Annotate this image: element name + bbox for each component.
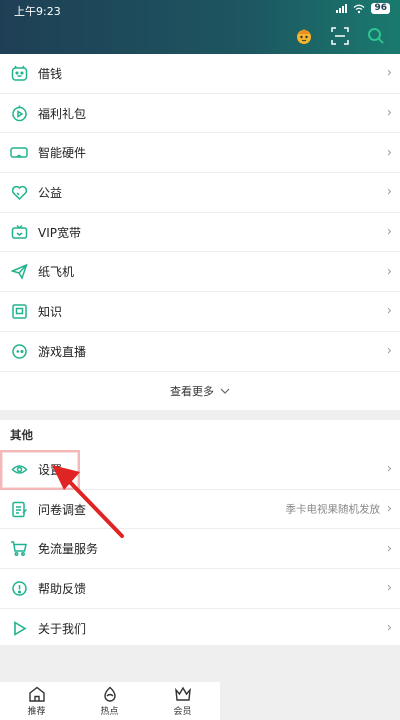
section-title: 其他	[10, 428, 33, 442]
menu-item-label: 智能硬件	[38, 146, 87, 161]
menu-item-charity[interactable]: 公益 ›	[0, 173, 400, 213]
chevron-down-icon	[220, 384, 230, 397]
see-more-button[interactable]: 查看更多	[0, 372, 400, 410]
chevron-right-icon: ›	[386, 105, 392, 121]
heart-icon	[10, 183, 28, 201]
app-header: 上午9:23 96	[0, 0, 400, 54]
menu-item-free-data[interactable]: 免流量服务 ›	[0, 529, 400, 570]
book-icon	[10, 302, 28, 320]
vr-glasses-icon	[10, 144, 28, 162]
menu-item-label: 问卷调查	[38, 502, 87, 517]
home-icon	[28, 686, 45, 702]
cart-icon	[10, 540, 28, 558]
menu-item-hardware[interactable]: 智能硬件 ›	[0, 133, 400, 174]
gamepad-icon	[10, 342, 28, 360]
scan-icon[interactable]	[328, 24, 352, 48]
crown-icon	[174, 686, 191, 701]
tab-label: 热点	[100, 706, 119, 717]
menu-item-about[interactable]: 关于我们 ›	[0, 609, 400, 649]
menu-item-knowledge[interactable]: 知识 ›	[0, 292, 400, 332]
menu-item-label: 设置	[38, 462, 63, 477]
menu-item-gift[interactable]: 福利礼包 ›	[0, 94, 400, 134]
status-bar: 上午9:23 96	[0, 0, 400, 18]
chevron-right-icon: ›	[386, 580, 392, 596]
tab-hot[interactable]: 热点	[73, 682, 146, 720]
bottom-spacer	[0, 645, 400, 682]
search-icon[interactable]	[364, 24, 388, 48]
chevron-right-icon: ›	[386, 184, 392, 200]
menu-item-vip-broadband[interactable]: VIP宽带 ›	[0, 213, 400, 253]
signal-icon	[336, 4, 348, 13]
menu-item-label: 免流量服务	[38, 542, 99, 557]
paper-plane-icon	[10, 263, 28, 281]
chevron-right-icon: ›	[386, 541, 392, 557]
other-section: 其他 设置 › 问卷调查 季卡电视果随机发放 › 免流量服务 › 帮助反馈 › …	[0, 420, 400, 649]
status-time: 上午9:23	[14, 5, 61, 18]
menu-item-label: 公益	[38, 185, 63, 200]
menu-item-label: 借钱	[38, 66, 63, 81]
tab-label: 会员	[173, 706, 192, 717]
tab-vip[interactable]: 会员	[146, 682, 219, 720]
bottom-tab-bar: 推荐 热点 会员	[0, 682, 220, 720]
menu-item-settings[interactable]: 设置 ›	[0, 450, 400, 490]
menu-item-label: 帮助反馈	[38, 581, 87, 596]
service-list: 借钱 › 福利礼包 › 智能硬件 › 公益 › VIP宽带 › 纸飞机 › 知识…	[0, 54, 400, 410]
menu-item-game-live[interactable]: 游戏直播 ›	[0, 332, 400, 372]
chevron-right-icon: ›	[386, 145, 392, 161]
eye-settings-icon	[10, 460, 28, 478]
menu-item-paper-plane[interactable]: 纸飞机 ›	[0, 252, 400, 293]
chevron-right-icon: ›	[386, 343, 392, 359]
see-more-label: 查看更多	[170, 384, 214, 398]
menu-item-label: 福利礼包	[38, 106, 87, 121]
play-circle-icon	[10, 104, 28, 122]
menu-item-label: 纸飞机	[38, 265, 75, 280]
menu-item-label: VIP宽带	[38, 225, 81, 240]
survey-icon	[10, 500, 28, 518]
chevron-right-icon: ›	[386, 461, 392, 477]
header-actions	[292, 24, 400, 48]
tab-recommend[interactable]: 推荐	[0, 682, 73, 720]
chevron-right-icon: ›	[386, 65, 392, 81]
tv-icon	[10, 223, 28, 241]
status-indicators: 96	[336, 3, 390, 14]
mascot-avatar-icon[interactable]	[292, 24, 316, 48]
piggy-icon	[10, 64, 28, 82]
chevron-right-icon: ›	[386, 303, 392, 319]
menu-item-label: 关于我们	[38, 621, 87, 636]
menu-item-label: 知识	[38, 304, 63, 319]
menu-item-label: 游戏直播	[38, 344, 87, 359]
tab-label: 推荐	[27, 706, 46, 717]
play-icon	[10, 619, 28, 637]
menu-item-help[interactable]: 帮助反馈 ›	[0, 569, 400, 609]
promo-text: 季卡电视果随机发放	[285, 503, 381, 516]
help-icon	[10, 579, 28, 597]
hot-icon	[103, 686, 116, 702]
menu-item-borrow[interactable]: 借钱 ›	[0, 54, 400, 94]
chevron-right-icon: ›	[386, 224, 392, 240]
chevron-right-icon: ›	[386, 501, 392, 517]
battery-icon: 96	[371, 3, 390, 14]
menu-item-survey[interactable]: 问卷调查 季卡电视果随机发放 ›	[0, 490, 400, 530]
wifi-icon	[354, 4, 365, 13]
chevron-right-icon: ›	[386, 264, 392, 280]
chevron-right-icon: ›	[386, 620, 392, 636]
